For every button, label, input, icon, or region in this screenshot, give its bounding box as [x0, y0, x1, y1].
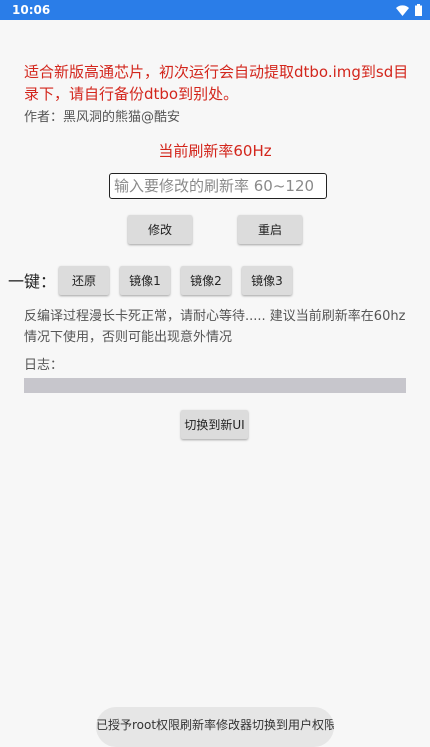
log-label: 日志： — [24, 358, 64, 373]
restart-button[interactable]: 重启 — [238, 215, 302, 244]
warning-text: 适合新版高通芯片，初次运行会自动提取dtbo.img到sd目录下，请自行备份dt… — [24, 63, 409, 103]
battery-icon — [415, 4, 422, 16]
status-bar: 10:06 — [0, 0, 430, 20]
toast-message: 已授予root权限刷新率修改器切换到用户权限 — [96, 707, 334, 747]
image3-button[interactable]: 镜像3 — [242, 266, 292, 295]
status-icons — [396, 4, 422, 16]
switch-ui-button[interactable]: 切换到新UI — [181, 410, 248, 439]
refresh-rate-input[interactable] — [109, 173, 327, 199]
restore-button[interactable]: 还原 — [59, 266, 109, 295]
image1-button[interactable]: 镜像1 — [120, 266, 170, 295]
one-key-label: 一键： — [8, 272, 57, 291]
current-refresh-rate: 当前刷新率60Hz — [158, 142, 272, 160]
status-time: 10:06 — [12, 3, 51, 17]
image2-button[interactable]: 镜像2 — [181, 266, 231, 295]
modify-button[interactable]: 修改 — [128, 215, 192, 244]
author-label: 作者：黑风洞的熊猫@酷安 — [24, 110, 181, 125]
log-output — [24, 378, 406, 393]
wifi-icon — [396, 4, 409, 16]
note-text: 反编译过程漫长卡死正常，请耐心等待..... 建议当前刷新率在60hz情况下使用… — [24, 309, 406, 345]
